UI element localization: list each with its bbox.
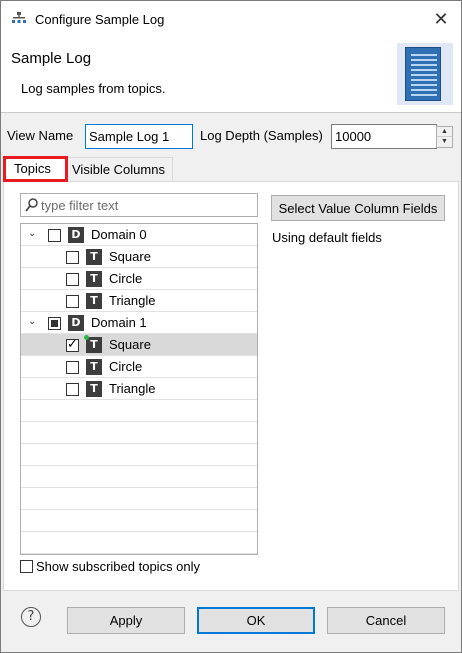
- empty-row: [21, 400, 257, 422]
- sample-log-app-icon: [12, 12, 26, 23]
- topic-icon: T: [86, 359, 102, 375]
- domain-icon: D: [68, 315, 84, 331]
- empty-row: [21, 444, 257, 466]
- tree-checkbox[interactable]: [66, 383, 79, 396]
- window-title: Configure Sample Log: [35, 12, 165, 27]
- tree-row[interactable]: T Triangle: [21, 378, 257, 400]
- spinner-up-icon[interactable]: ▲: [437, 127, 452, 137]
- log-depth-input[interactable]: [331, 124, 437, 149]
- tree-label: Domain 0: [91, 227, 147, 242]
- tree-checkbox[interactable]: [48, 229, 61, 242]
- empty-row: [21, 466, 257, 488]
- select-value-fields-button[interactable]: Select Value Column Fields: [271, 195, 445, 221]
- empty-row: [21, 510, 257, 532]
- filter-placeholder: type filter text: [41, 198, 119, 213]
- tree-label: Circle: [109, 271, 143, 286]
- tree-label: Triangle: [109, 293, 156, 308]
- tree-label: Domain 1: [91, 315, 147, 330]
- tab-visible-columns[interactable]: Visible Columns: [67, 157, 173, 181]
- domain-icon: D: [68, 227, 84, 243]
- log-depth-spinner[interactable]: ▲ ▼: [436, 126, 453, 148]
- topic-icon: T: [86, 381, 102, 397]
- log-document-icon: [397, 43, 453, 105]
- tree-label: Square: [109, 249, 151, 264]
- tree-label: Square: [109, 337, 151, 352]
- view-name-input[interactable]: [85, 124, 193, 149]
- cancel-button[interactable]: Cancel: [327, 607, 445, 634]
- header-description: Log samples from topics.: [21, 81, 166, 96]
- title-bar: Configure Sample Log ✕: [1, 1, 461, 37]
- chevron-down-icon[interactable]: ⌄: [28, 229, 38, 239]
- tree-checkbox[interactable]: [66, 295, 79, 308]
- value-fields-status: Using default fields: [272, 230, 382, 245]
- apply-button[interactable]: Apply: [67, 607, 185, 634]
- tree-row[interactable]: T Square: [21, 246, 257, 268]
- tree-row[interactable]: T Square: [21, 334, 257, 356]
- close-button[interactable]: ✕: [421, 1, 461, 37]
- empty-row: [21, 532, 257, 554]
- topic-tree[interactable]: ⌄ D Domain 0 T Square T Circle T Triangl…: [20, 223, 258, 555]
- log-depth-label: Log Depth (Samples): [200, 128, 323, 143]
- tree-row[interactable]: T Triangle: [21, 290, 257, 312]
- active-dot-icon: [84, 335, 89, 340]
- topics-tab-panel: type filter text ⌄ D Domain 0 T Square T…: [3, 181, 459, 591]
- close-icon: ✕: [433, 8, 449, 29]
- dialog-header: Sample Log Log samples from topics.: [1, 37, 461, 113]
- show-subscribed-label: Show subscribed topics only: [36, 559, 201, 574]
- help-icon[interactable]: ?: [21, 607, 41, 627]
- filter-input[interactable]: type filter text: [20, 193, 258, 217]
- tree-label: Circle: [109, 359, 143, 374]
- topic-icon: T: [86, 249, 102, 265]
- tree-row[interactable]: T Circle: [21, 356, 257, 378]
- search-icon: [25, 198, 38, 212]
- tree-row[interactable]: ⌄ D Domain 0: [21, 224, 257, 246]
- tree-row[interactable]: ⌄ D Domain 1: [21, 312, 257, 334]
- tree-label: Triangle: [109, 381, 156, 396]
- topic-icon: T: [86, 293, 102, 309]
- dialog-window: Configure Sample Log ✕ Sample Log Log sa…: [0, 0, 462, 653]
- tree-checkbox[interactable]: [66, 251, 79, 264]
- tab-topics[interactable]: Topics: [3, 156, 68, 182]
- empty-row: [21, 422, 257, 444]
- tree-checkbox[interactable]: [66, 361, 79, 374]
- empty-row: [21, 488, 257, 510]
- spinner-down-icon[interactable]: ▼: [437, 137, 452, 147]
- topic-icon: T: [84, 335, 102, 353]
- topic-icon: T: [86, 271, 102, 287]
- show-subscribed-checkbox[interactable]: [20, 560, 33, 573]
- tree-checkbox[interactable]: [48, 317, 61, 330]
- tree-checkbox[interactable]: [66, 337, 79, 352]
- tree-checkbox[interactable]: [66, 273, 79, 286]
- view-name-label: View Name: [7, 128, 74, 143]
- header-title: Sample Log: [11, 50, 92, 67]
- tree-row[interactable]: T Circle: [21, 268, 257, 290]
- chevron-down-icon[interactable]: ⌄: [28, 317, 38, 327]
- ok-button[interactable]: OK: [197, 607, 315, 634]
